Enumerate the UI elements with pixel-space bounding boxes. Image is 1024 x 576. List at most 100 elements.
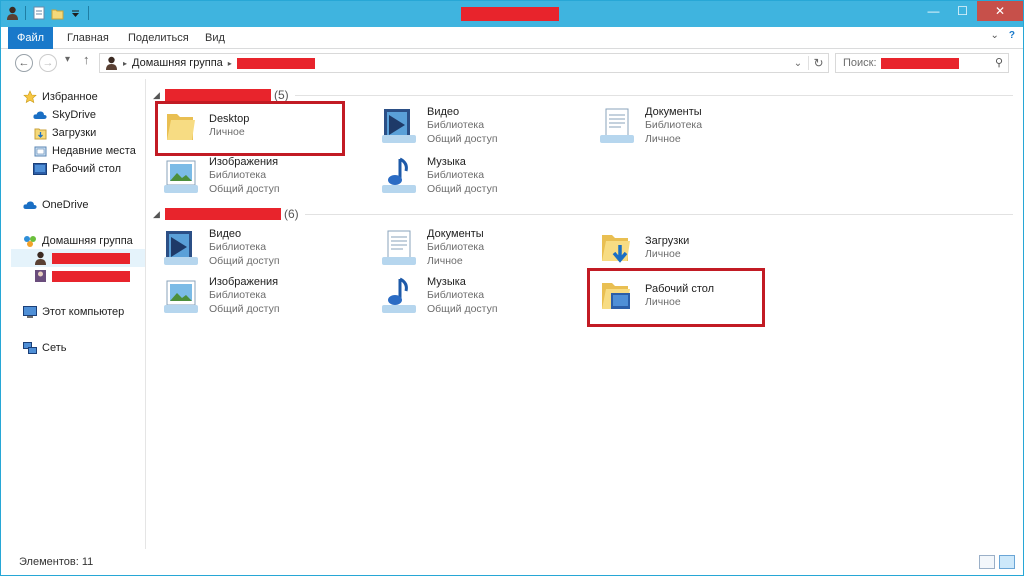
sidebar-item-label: OneDrive <box>42 199 89 211</box>
group-header[interactable]: ◢ (6) <box>153 206 1013 222</box>
tiles-view-icon[interactable] <box>999 555 1015 569</box>
sidebar-item-label: Загрузки <box>52 127 97 139</box>
tile-item[interactable]: Загрузки Личное <box>593 225 783 271</box>
group-divider <box>294 94 1013 96</box>
navigation-pane: Избранное SkyDrive Загрузки Недавние мес… <box>1 79 146 549</box>
tile-sharing: Личное <box>427 254 463 267</box>
sidebar-item-network[interactable]: Сеть <box>23 339 167 357</box>
tile-sharing: Общий доступ <box>209 254 280 267</box>
quick-access-toolbar <box>5 5 91 21</box>
forward-button[interactable]: → <box>39 54 57 72</box>
tile-item[interactable]: Изображения Библиотека Общий доступ <box>157 273 347 319</box>
tile-type: Библиотека <box>209 289 267 302</box>
tile-item[interactable]: Документы Библиотека Личное <box>375 225 565 271</box>
homegroup-user-icon <box>104 56 118 70</box>
new-folder-icon[interactable] <box>50 5 64 21</box>
tile-item[interactable]: Изображения Библиотека Общий доступ <box>157 153 347 199</box>
group-name-redacted <box>165 89 271 101</box>
tile-name: Изображения <box>209 275 279 288</box>
sidebar-item-this-pc[interactable]: Этот компьютер <box>23 303 167 321</box>
details-view-icon[interactable] <box>979 555 995 569</box>
sidebar-item-label: SkyDrive <box>52 109 97 121</box>
help-icon[interactable]: ? <box>1009 30 1015 41</box>
homegroup-icon <box>23 234 37 248</box>
status-bar: Элементов: 11 <box>1 551 1023 575</box>
tile-name: Видео <box>209 227 242 240</box>
collapse-chevron-icon[interactable]: ◢ <box>153 209 165 220</box>
properties-icon[interactable] <box>32 5 46 21</box>
view-switcher <box>979 555 1015 569</box>
video-library-icon <box>157 225 205 271</box>
computer-icon <box>23 305 37 319</box>
tab-view[interactable]: Вид <box>195 27 235 49</box>
tab-share[interactable]: Поделиться <box>118 27 199 49</box>
sidebar-item-favorites[interactable]: Избранное <box>23 88 167 106</box>
tile-text: Видео Библиотека Общий доступ <box>209 228 280 269</box>
tab-file[interactable]: Файл <box>8 27 53 49</box>
tile-sharing: Общий доступ <box>427 302 498 315</box>
tile-sharing: Общий доступ <box>427 182 498 195</box>
breadcrumb-user-redacted[interactable] <box>236 57 315 69</box>
close-button[interactable]: ✕ <box>977 1 1023 21</box>
sidebar-item-homegroup-user-1[interactable] <box>11 249 145 267</box>
tile-type: Личное <box>645 248 681 260</box>
tile-name: Видео <box>427 105 460 118</box>
address-bar[interactable]: ▸ Домашняя группа ▸ ⌄ ↻ <box>99 53 829 73</box>
customize-qat-icon[interactable] <box>68 5 82 21</box>
pictures-library-icon <box>157 273 205 319</box>
documents-library-icon <box>593 103 641 149</box>
tile-item[interactable]: Музыка Библиотека Общий доступ <box>375 273 565 319</box>
group-divider <box>304 213 1013 215</box>
highlight-frame <box>587 268 765 327</box>
sidebar-item-onedrive[interactable]: OneDrive <box>23 196 167 214</box>
address-history-dropdown[interactable]: ⌄ <box>788 58 808 69</box>
breadcrumb-homegroup[interactable]: Домашняя группа <box>132 57 223 69</box>
highlight-frame <box>155 101 345 156</box>
user-icon[interactable] <box>5 5 19 21</box>
title-bar: — ☐ ✕ <box>1 1 1023 27</box>
video-library-icon <box>375 103 423 149</box>
tile-name: Загрузки <box>645 234 690 247</box>
address-bar-end: ⌄ ↻ <box>788 54 828 72</box>
back-button[interactable]: ← <box>15 54 33 72</box>
content-pane: ◢ (5) Desktop Личное Видео Библиотека Об… <box>147 79 1021 549</box>
sidebar-item-label: Сеть <box>42 342 67 354</box>
tile-text: Загрузки Личное <box>645 235 689 262</box>
tile-type: Библиотека <box>645 119 703 132</box>
up-button[interactable]: ↑ <box>83 52 90 67</box>
skydrive-icon <box>33 108 47 122</box>
tile-type: Библиотека <box>209 241 267 254</box>
minimize-button[interactable]: — <box>919 1 948 21</box>
ribbon-collapse-icon[interactable]: ⌄ <box>991 30 999 41</box>
tile-text: Изображения Библиотека Общий доступ <box>209 156 280 197</box>
tile-type: Библиотека <box>427 289 485 302</box>
collapse-chevron-icon[interactable]: ◢ <box>153 90 165 101</box>
desktop-icon <box>33 162 47 176</box>
sidebar-item-label: Этот компьютер <box>42 306 125 318</box>
maximize-button[interactable]: ☐ <box>948 1 977 21</box>
user-avatar-icon <box>33 251 47 265</box>
window-title-redacted <box>461 7 559 21</box>
group-name-redacted <box>165 208 281 220</box>
refresh-button[interactable]: ↻ <box>808 56 828 70</box>
tile-sharing: Личное <box>645 132 681 145</box>
sidebar-item-homegroup[interactable]: Домашняя группа <box>23 232 167 250</box>
address-row: ← → ▾ ↑ ▸ Домашняя группа ▸ ⌄ ↻ Поиск: ⚲ <box>1 50 1023 76</box>
star-icon <box>23 90 37 104</box>
tile-item[interactable]: Документы Библиотека Личное <box>593 103 783 149</box>
tile-text: Документы Библиотека Личное <box>427 228 484 269</box>
search-label: Поиск: <box>843 57 877 69</box>
tile-name: Документы <box>645 105 702 118</box>
tile-item[interactable]: Видео Библиотека Общий доступ <box>157 225 347 271</box>
tile-sharing: Общий доступ <box>427 132 498 145</box>
search-box[interactable]: Поиск: ⚲ <box>835 53 1009 73</box>
recent-locations-button[interactable]: ▾ <box>65 54 70 65</box>
tile-item[interactable]: Видео Библиотека Общий доступ <box>375 103 565 149</box>
sidebar-item-label: Рабочий стол <box>52 163 122 175</box>
tab-home[interactable]: Главная <box>57 27 119 49</box>
search-icon[interactable]: ⚲ <box>995 56 1003 69</box>
tile-item[interactable]: Музыка Библиотека Общий доступ <box>375 153 565 199</box>
qat-separator <box>88 6 89 20</box>
pictures-library-icon <box>157 153 205 199</box>
tile-name: Музыка <box>427 155 466 168</box>
